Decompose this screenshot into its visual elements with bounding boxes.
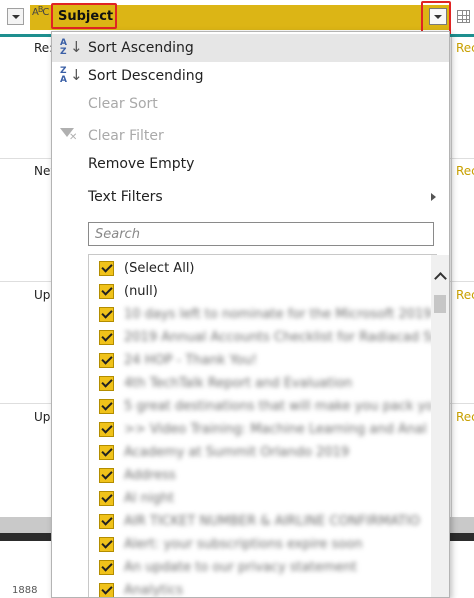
checkbox[interactable] xyxy=(99,583,114,597)
checkbox[interactable] xyxy=(99,353,114,368)
sort-descending-label: Sort Descending xyxy=(88,68,204,84)
list-item[interactable]: Al night xyxy=(89,487,419,510)
row-count-label: 1888 xyxy=(12,585,38,596)
clear-sort-label: Clear Sort xyxy=(88,96,158,112)
chevron-right-icon xyxy=(431,193,436,201)
list-item[interactable]: An update to our privacy statement xyxy=(89,556,419,579)
grid-header: ABC Subject xyxy=(0,0,474,36)
row-cell-next[interactable]: Rec xyxy=(456,164,474,178)
column-divider xyxy=(451,37,452,517)
checkbox[interactable] xyxy=(99,422,114,437)
list-item[interactable]: Address xyxy=(89,464,419,487)
checkbox[interactable] xyxy=(99,537,114,552)
abc-type-icon: ABC xyxy=(32,5,49,18)
clear-filter-label: Clear Filter xyxy=(88,128,164,144)
list-item[interactable]: Alert: your subscriptions expire soon xyxy=(89,533,419,556)
clear-sort-item[interactable]: Clear Sort xyxy=(52,90,449,118)
search-placeholder: Search xyxy=(95,227,140,242)
text-filters-label: Text Filters xyxy=(88,189,163,205)
checkbox[interactable] xyxy=(99,307,114,322)
checkbox[interactable] xyxy=(99,284,114,299)
checkbox[interactable] xyxy=(99,399,114,414)
sort-descending-item[interactable]: Z A ↓ Sort Descending xyxy=(52,62,449,90)
row-cell-next[interactable]: Rec xyxy=(456,41,474,55)
list-item[interactable]: (null) xyxy=(89,280,419,303)
checkbox[interactable] xyxy=(99,514,114,529)
remove-empty-item[interactable]: Remove Empty xyxy=(52,150,449,178)
checkbox[interactable] xyxy=(99,560,114,575)
close-icon: ✕ xyxy=(69,132,78,143)
chevron-up-icon[interactable] xyxy=(434,272,447,285)
column-filter-menu: A Z ↓ Sort Ascending Z A ↓ Sort Descendi… xyxy=(51,31,450,598)
list-item[interactable]: 10 days left to nominate for the Microso… xyxy=(89,303,432,326)
checkbox[interactable] xyxy=(99,445,114,460)
checkbox[interactable] xyxy=(99,261,114,276)
row-cell-next[interactable]: Rec xyxy=(456,288,474,302)
search-input[interactable]: Search xyxy=(88,222,434,246)
checkbox[interactable] xyxy=(99,491,114,506)
scrollbar-thumb[interactable] xyxy=(434,295,446,313)
sort-ascending-label: Sort Ascending xyxy=(88,40,194,56)
list-item[interactable]: AIR TICKET NUMBER & AIRLINE CONFIRMATIO xyxy=(89,510,420,533)
list-scrollbar[interactable] xyxy=(431,255,449,597)
chevron-down-icon xyxy=(12,15,20,19)
checkbox[interactable] xyxy=(99,330,114,345)
remove-empty-label: Remove Empty xyxy=(88,156,195,172)
list-item[interactable]: 5 great destinations that will make you … xyxy=(89,395,433,418)
value-checklist: (Select All) (null) 10 days left to nomi… xyxy=(88,254,437,597)
sort-ascending-item[interactable]: A Z ↓ Sort Ascending xyxy=(52,34,449,62)
list-item[interactable]: 4th TechTalk Report and Evaluation xyxy=(89,372,419,395)
sort-descending-icon: Z A ↓ xyxy=(60,66,83,85)
checkbox[interactable] xyxy=(99,468,114,483)
highlight-box-subject xyxy=(51,3,117,29)
list-item[interactable]: 24 HOP - Thank You! xyxy=(89,349,419,372)
list-item[interactable]: (Select All) xyxy=(89,257,419,280)
list-item[interactable]: Analytics xyxy=(89,579,419,597)
clear-filter-item[interactable]: ✕ Clear Filter xyxy=(52,122,449,150)
previous-column-filter-button[interactable] xyxy=(7,8,24,25)
text-filters-item[interactable]: Text Filters xyxy=(52,183,449,211)
list-item[interactable]: >> Video Training: Machine Learning and … xyxy=(89,418,427,441)
list-item[interactable]: 2019 Annual Accounts Checklist for Radia… xyxy=(89,326,436,349)
list-item[interactable]: Academy at Summit Orlando 2019 xyxy=(89,441,419,464)
checkbox[interactable] xyxy=(99,376,114,391)
table-icon[interactable] xyxy=(457,10,470,23)
sort-ascending-icon: A Z ↓ xyxy=(60,38,83,57)
row-cell-next[interactable]: Rec xyxy=(456,410,474,424)
